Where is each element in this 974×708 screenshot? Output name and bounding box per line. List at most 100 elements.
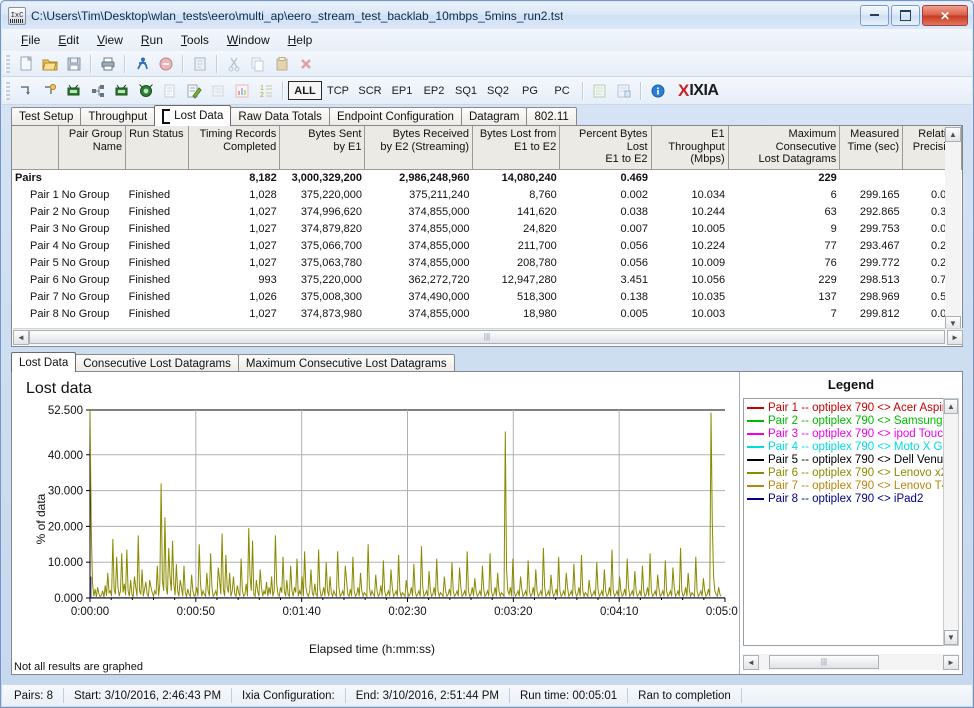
th-timing-records-completed[interactable]: Timing Records Completed (188, 126, 281, 170)
menu-tools[interactable]: Tools (172, 31, 218, 49)
add-pair-group-icon[interactable] (39, 80, 61, 101)
legend-item[interactable]: Pair 7 -- optiplex 790 <> Lenovo T450 (744, 479, 945, 492)
toolbar-grip[interactable] (5, 81, 10, 100)
filter-sq1-button[interactable]: SQ1 (450, 82, 482, 99)
export-icon[interactable] (589, 80, 611, 101)
table-scroll-thumb[interactable]: ||| (29, 329, 945, 344)
table-totals-row[interactable]: Pairs 8,182 3,000,329,200 2,986,248,960 … (12, 169, 962, 186)
filter-ep1-button[interactable]: EP1 (386, 82, 418, 99)
th-measured-time[interactable]: Measured Time (sec) (839, 126, 904, 170)
tab-802-11[interactable]: 802.11 (526, 107, 577, 126)
print-icon[interactable] (97, 53, 119, 74)
table-row[interactable]: Pair 1 No Group Finished 1,028 375,220,000 37… (12, 186, 962, 203)
legend-item[interactable]: Pair 8 -- optiplex 790 <> iPad2 (744, 492, 945, 505)
paste-icon[interactable] (271, 53, 293, 74)
th-e1-throughput[interactable]: E1 Throughput (Mbps) (651, 126, 729, 170)
tab-raw-data-totals[interactable]: Raw Data Totals (230, 107, 330, 126)
chart-tab-lost-data[interactable]: Lost Data (11, 352, 77, 372)
table-scroll-left-button[interactable]: ◄ (13, 329, 29, 345)
th-blank[interactable] (12, 126, 60, 170)
legend-scroll-track[interactable]: ||| (759, 654, 943, 670)
menu-view[interactable]: View (88, 31, 132, 49)
copy-icon[interactable] (247, 53, 269, 74)
legend-item[interactable]: Pair 5 -- optiplex 790 <> Dell Venue T (744, 453, 945, 466)
th-pair-group-name[interactable]: Pair Group Name (58, 126, 127, 170)
legend-item[interactable]: Pair 2 -- optiplex 790 <> Samsung Ga (744, 414, 945, 427)
th-percent-bytes-lost[interactable]: Percent Bytes Lost E1 to E2 (559, 126, 652, 170)
table-row[interactable]: Pair 2 No Group Finished 1,027 374,996,620 37… (12, 203, 962, 220)
th-max-consecutive-lost-datagrams[interactable]: Maximum Consecutive Lost Datagrams (728, 126, 841, 170)
menu-run[interactable]: Run (132, 31, 172, 49)
table-row[interactable]: Pair 4 No Group Finished 1,027 375,066,700 37… (12, 237, 962, 254)
menu-file[interactable]: File (12, 31, 49, 49)
hardware-icon[interactable] (207, 80, 229, 101)
maximize-button[interactable] (891, 5, 920, 26)
tab-test-setup[interactable]: Test Setup (11, 107, 82, 126)
tab-datagram[interactable]: Datagram (460, 107, 528, 126)
table-row[interactable]: Pair 6 No Group Finished 993 375,220,000 362,… (12, 271, 962, 288)
tab-throughput[interactable]: Throughput (80, 107, 156, 126)
edit-script-icon[interactable] (183, 80, 205, 101)
new-icon[interactable] (15, 53, 37, 74)
legend-scroll-right-button[interactable]: ► (943, 654, 959, 670)
menu-edit[interactable]: Edit (49, 31, 88, 49)
filter-all-button[interactable]: ALL (288, 81, 322, 100)
chart-tab-consecutive-lost-datagrams[interactable]: Consecutive Lost Datagrams (75, 354, 239, 372)
menu-help[interactable]: Help (279, 31, 322, 49)
tab-endpoint-configuration[interactable]: Endpoint Configuration (328, 107, 462, 126)
table-row[interactable]: Pair 8 No Group Finished 1,027 374,873,980 37… (12, 305, 962, 322)
save-icon[interactable] (63, 53, 85, 74)
edit-icon[interactable] (159, 80, 181, 101)
menu-window[interactable]: Window (218, 31, 279, 49)
close-button[interactable]: ✕ (922, 5, 968, 26)
table-scroll-up-button[interactable]: ▲ (945, 127, 961, 142)
legend-vertical-scrollbar[interactable]: ▲ ▼ (943, 398, 959, 646)
delete-icon[interactable] (295, 53, 317, 74)
info-icon[interactable] (647, 80, 669, 101)
cut-icon[interactable] (223, 53, 245, 74)
add-multicast-icon[interactable] (63, 80, 85, 101)
filter-pg-button[interactable]: PG (514, 82, 546, 99)
filter-pc-button[interactable]: PC (546, 82, 578, 99)
th-bytes-received-by-e2[interactable]: Bytes Received by E2 (Streaming) (364, 126, 473, 170)
order-icon[interactable]: 12 (255, 80, 277, 101)
legend-scroll-thumb[interactable]: ||| (769, 654, 879, 669)
filter-ep2-button[interactable]: EP2 (418, 82, 450, 99)
table-horizontal-scrollbar[interactable]: ◄ ||| ► (13, 328, 963, 345)
toolbar-grip[interactable] (5, 54, 10, 73)
table-row[interactable]: Pair 7 No Group Finished 1,026 375,008,300 37… (12, 288, 962, 305)
legend-item[interactable]: Pair 6 -- optiplex 790 <> Lenovo x220 (744, 466, 945, 479)
table-scroll-track[interactable]: ||| (29, 329, 947, 345)
row-bytes-received: 374,855,000 (408, 205, 470, 218)
th-run-status[interactable]: Run Status (125, 126, 189, 170)
filter-tcp-button[interactable]: TCP (322, 82, 354, 99)
add-video-icon[interactable] (111, 80, 133, 101)
add-pair-icon[interactable] (15, 80, 37, 101)
legend-scroll-left-button[interactable]: ◄ (743, 654, 759, 670)
th-bytes-lost-e1-e2[interactable]: Bytes Lost from E1 to E2 (472, 126, 561, 170)
legend-horizontal-scrollbar[interactable]: ◄ ||| ► (743, 654, 959, 670)
legend-scroll-down-button[interactable]: ▼ (944, 630, 958, 645)
chart-icon[interactable] (231, 80, 253, 101)
th-bytes-sent-by-e1[interactable]: Bytes Sent by E1 (279, 126, 366, 170)
stop-icon[interactable] (155, 53, 177, 74)
legend-item[interactable]: Pair 1 -- optiplex 790 <> Acer Aspire S (744, 401, 945, 414)
legend-item[interactable]: Pair 4 -- optiplex 790 <> Moto X Gen2 (744, 440, 945, 453)
chart-tab-maximum-consecutive-lost-datagrams[interactable]: Maximum Consecutive Lost Datagrams (237, 354, 455, 372)
refresh-icon[interactable] (189, 53, 211, 74)
filter-sq2-button[interactable]: SQ2 (482, 82, 514, 99)
tab-lost-data[interactable]: Lost Data (154, 105, 232, 126)
table-vertical-scrollbar[interactable]: ▲ ▼ (945, 127, 961, 331)
run-icon[interactable] (131, 53, 153, 74)
legend-item[interactable]: Pair 3 -- optiplex 790 <> ipod Touch G (744, 427, 945, 440)
minimize-button[interactable] (860, 5, 889, 26)
table-scroll-right-button[interactable]: ► (947, 329, 963, 345)
add-endpoint-icon[interactable] (87, 80, 109, 101)
add-voip-icon[interactable] (135, 80, 157, 101)
table-row[interactable]: Pair 3 No Group Finished 1,027 374,879,820 37… (12, 220, 962, 237)
open-icon[interactable] (39, 53, 61, 74)
legend-scroll-up-button[interactable]: ▲ (944, 399, 958, 414)
table-row[interactable]: Pair 5 No Group Finished 1,027 375,063,780 37… (12, 254, 962, 271)
filter-scr-button[interactable]: SCR (354, 82, 386, 99)
report-icon[interactable] (613, 80, 635, 101)
